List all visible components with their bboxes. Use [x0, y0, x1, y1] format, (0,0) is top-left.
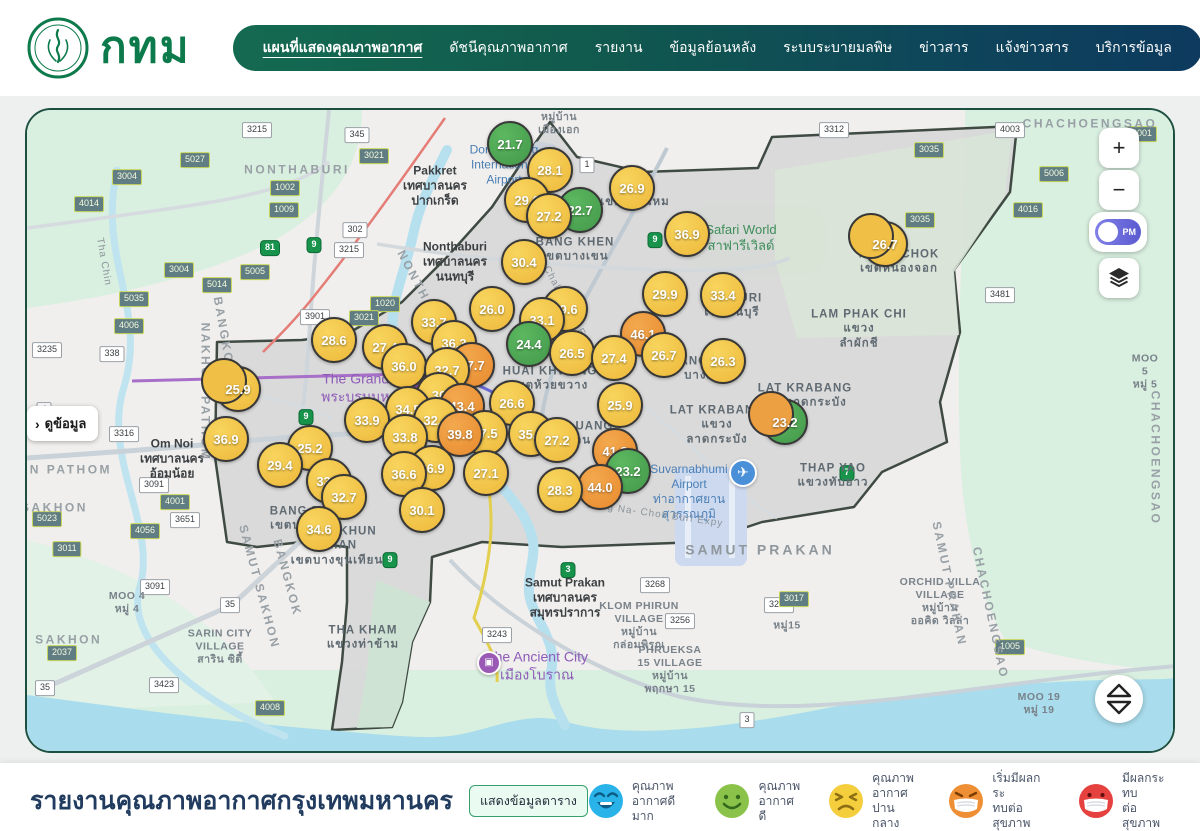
nav-item[interactable]: ข้อมูลย้อนหลัง	[670, 37, 757, 59]
aqi-station-marker[interactable]: 29.9	[642, 271, 688, 317]
footer-bar: รายงานคุณภาพอากาศกรุงเทพมหานคร แสดงข้อมู…	[0, 763, 1200, 831]
logo-text: กทม	[100, 26, 191, 70]
air-quality-map[interactable]: 3215345302150273004401410021009302321530…	[25, 108, 1175, 753]
legend-item: เริ่มมีผลกระ ทบต่อสุขภาพ	[948, 771, 1050, 831]
aqi-station-marker[interactable]: 28.3	[537, 467, 583, 513]
aqi-station-marker[interactable]: 24.4	[506, 321, 552, 367]
nav-item[interactable]: แจ้งข่าวสาร	[995, 37, 1068, 59]
legend-item: คุณภาพ อากาศปาน กลาง	[828, 771, 920, 831]
zoom-in-button[interactable]: +	[1099, 128, 1139, 168]
legend-label: เริ่มมีผลกระ ทบต่อสุขภาพ	[992, 771, 1050, 831]
aqi-station-marker[interactable]: 28.6	[311, 317, 357, 363]
nav-item[interactable]: รายงาน	[595, 37, 643, 59]
bma-seal-icon	[26, 16, 90, 80]
view-data-label: ดูข้อมูล	[45, 413, 87, 434]
nav-item[interactable]: ดัชนีคุณภาพอากาศ	[449, 37, 567, 59]
nav-item[interactable]: แผนที่แสดงคุณภาพอากาศ	[263, 37, 423, 59]
mask-face-icon	[948, 783, 984, 819]
aqi-station-marker[interactable]: 27.4	[591, 335, 637, 381]
aqi-station-marker[interactable]: 33.4	[700, 272, 746, 318]
aqi-station-marker[interactable]: 26.7	[862, 221, 908, 267]
legend-item: คุณภาพ อากาศดี	[714, 779, 800, 824]
aqi-station-marker[interactable]: 26.9	[609, 165, 655, 211]
legend-item: มีผลกระทบ ต่อสุขภาพ	[1078, 771, 1170, 831]
view-data-button[interactable]: › ดูข้อมูล	[27, 406, 98, 441]
report-title: รายงานคุณภาพอากาศกรุงเทพมหานคร	[30, 781, 453, 821]
aqi-station-marker[interactable]: 23.2	[762, 399, 808, 445]
pm-toggle-knob	[1098, 222, 1118, 242]
header: กทม แผนที่แสดงคุณภาพอากาศ ดัชนีคุณภาพอากา…	[0, 0, 1200, 96]
logo: กทม	[26, 16, 191, 80]
aqi-legend: คุณภาพ อากาศดีมาก คุณภาพ อากาศดี คุณภาพ …	[588, 771, 1170, 831]
annoyed-face-icon	[828, 783, 864, 819]
nav-item[interactable]: ข่าวสาร	[919, 37, 968, 59]
mask2-face-icon	[1078, 783, 1114, 819]
show-table-button[interactable]: แสดงข้อมูลตาราง	[469, 785, 588, 817]
laugh-face-icon	[588, 783, 624, 819]
aqi-station-marker[interactable]: 25.9	[215, 366, 261, 412]
aqi-station-marker[interactable]: 34.6	[296, 506, 342, 552]
aqi-station-marker[interactable]: 30.4	[501, 239, 547, 285]
layers-button[interactable]	[1099, 258, 1139, 298]
pm-toggle-label: PM	[1123, 227, 1137, 237]
aqi-station-marker[interactable]: 27.2	[526, 193, 572, 239]
aqi-station-marker[interactable]: 44.0	[577, 464, 623, 510]
pm-toggle-pill: PM	[1095, 219, 1141, 245]
aqi-station-marker[interactable]: 36.9	[664, 211, 710, 257]
main-nav: แผนที่แสดงคุณภาพอากาศ ดัชนีคุณภาพอากาศ ราย…	[233, 25, 1200, 71]
unfold-icon	[1104, 682, 1134, 716]
expand-collapse-button[interactable]	[1095, 675, 1143, 723]
pm-layer-toggle[interactable]: PM	[1089, 212, 1147, 252]
aqi-station-marker[interactable]: 27.2	[534, 417, 580, 463]
layers-icon	[1107, 266, 1131, 290]
aqi-station-marker[interactable]: 27.1	[463, 450, 509, 496]
legend-label: คุณภาพ อากาศดี	[758, 779, 800, 824]
aqi-station-marker[interactable]: 21.7	[487, 121, 533, 167]
aqi-station-marker[interactable]: 30.1	[399, 487, 445, 533]
chevron-right-icon: ›	[35, 417, 40, 431]
aqi-station-marker[interactable]: 26.0	[469, 286, 515, 332]
aqi-station-marker[interactable]: 26.7	[641, 332, 687, 378]
aqi-station-marker[interactable]: 36.9	[203, 416, 249, 462]
legend-label: คุณภาพ อากาศปาน กลาง	[872, 771, 920, 831]
legend-label: คุณภาพ อากาศดีมาก	[632, 779, 687, 824]
smile-face-icon	[714, 783, 750, 819]
nav-item[interactable]: บริการข้อมูล	[1096, 37, 1172, 59]
legend-item: คุณภาพ อากาศดีมาก	[588, 779, 687, 824]
nav-item[interactable]: ระบบระบายมลพิษ	[783, 37, 892, 59]
zoom-out-button[interactable]: −	[1099, 170, 1139, 210]
stations-layer: 21.728.126.929.622.727.236.926.730.429.9…	[27, 110, 1173, 751]
legend-label: มีผลกระทบ ต่อสุขภาพ	[1122, 771, 1170, 831]
aqi-station-marker[interactable]: 29.4	[257, 442, 303, 488]
aqi-station-marker[interactable]: 26.5	[549, 330, 595, 376]
aqi-station-marker[interactable]: 25.9	[597, 382, 643, 428]
map-section: 3215345302150273004401410021009302321530…	[0, 96, 1200, 753]
aqi-station-marker[interactable]: 26.3	[700, 338, 746, 384]
